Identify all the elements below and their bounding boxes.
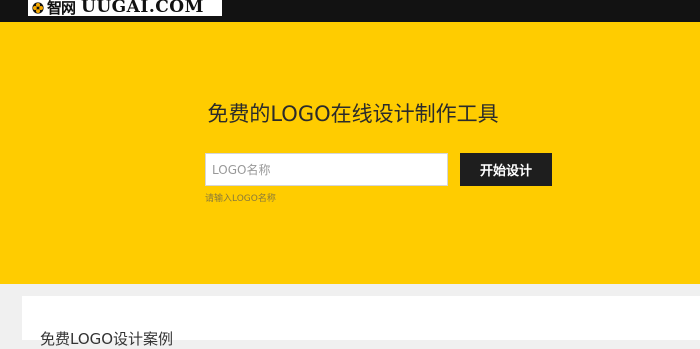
cases-panel: 免费LOGO设计案例 [22, 296, 700, 348]
logo-text-en: UUGAI.COM [81, 0, 204, 16]
logo-text-cn: 智网 [47, 0, 76, 16]
top-header-bar: 智网 UUGAI.COM [0, 0, 700, 22]
start-design-button[interactable]: 开始设计 [460, 153, 552, 186]
flower-icon [32, 2, 44, 14]
hero-section: 免费的LOGO在线设计制作工具 开始设计 请输入LOGO名称 [0, 22, 700, 284]
cases-section-title: 免费LOGO设计案例 [40, 330, 174, 348]
hero-title: 免费的LOGO在线设计制作工具 [207, 102, 499, 126]
site-logo[interactable]: 智网 UUGAI.COM [28, 0, 222, 16]
input-hint: 请输入LOGO名称 [205, 194, 276, 204]
logo-name-input[interactable] [205, 153, 448, 186]
